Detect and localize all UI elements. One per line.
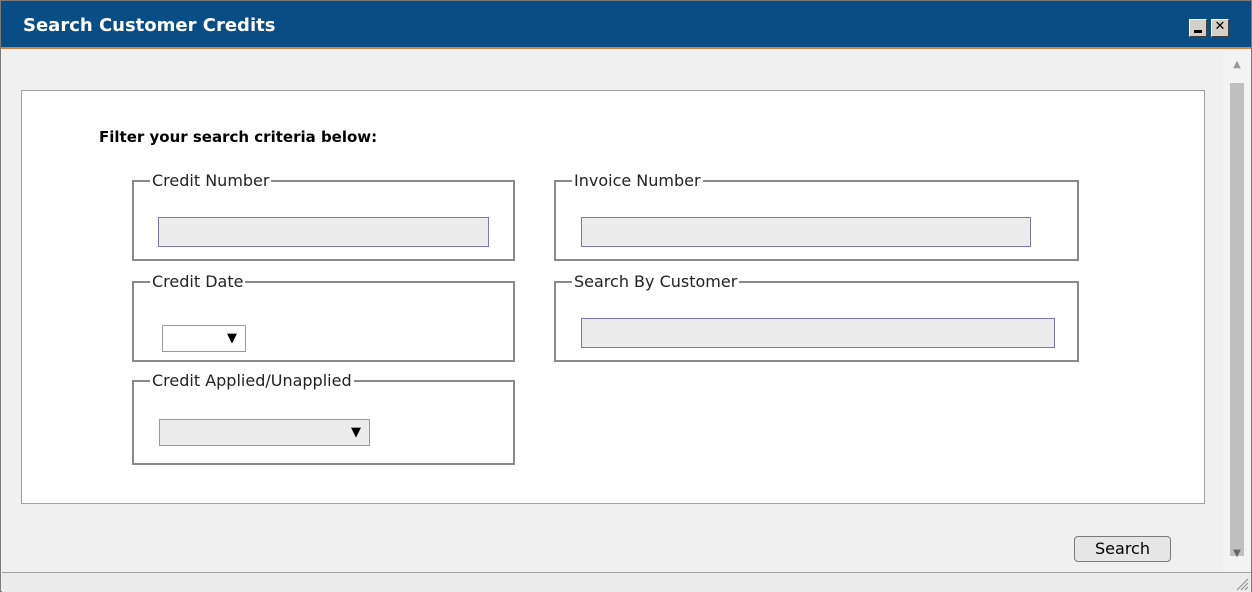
status-bar	[2, 572, 1251, 592]
dialog-content: Filter your search criteria below: Credi…	[2, 49, 1223, 572]
scroll-thumb[interactable]	[1230, 83, 1244, 556]
search-customer-credits-window: Search Customer Credits ✕ Filter your se…	[0, 0, 1252, 592]
scroll-down-icon[interactable]: ▼	[1223, 548, 1251, 568]
title-bar[interactable]: Search Customer Credits ✕	[1, 1, 1251, 49]
credit-date-select[interactable]: ▼	[162, 325, 246, 352]
resize-grip-icon[interactable]	[1235, 577, 1249, 591]
filter-heading: Filter your search criteria below:	[99, 128, 378, 146]
credit-number-input[interactable]	[158, 217, 489, 247]
search-button[interactable]: Search	[1074, 536, 1171, 562]
search-by-customer-group: Search By Customer	[554, 274, 1079, 362]
triangle-down-icon: ▼	[227, 331, 237, 346]
vertical-scrollbar[interactable]: ▲ ▼	[1223, 51, 1251, 572]
credit-date-group: Credit Date ▼	[132, 274, 515, 362]
credit-number-group: Credit Number	[132, 173, 515, 261]
credit-applied-group: Credit Applied/Unapplied ▼	[132, 373, 515, 465]
credit-number-label: Credit Number	[152, 171, 270, 190]
filter-panel: Filter your search criteria below: Credi…	[21, 90, 1205, 504]
triangle-down-icon: ▼	[351, 425, 361, 440]
search-by-customer-input[interactable]	[581, 318, 1055, 348]
credit-applied-select[interactable]: ▼	[159, 419, 370, 446]
invoice-number-group: Invoice Number	[554, 173, 1079, 261]
search-by-customer-label: Search By Customer	[574, 272, 738, 291]
minimize-icon[interactable]	[1189, 19, 1207, 37]
credit-date-label: Credit Date	[152, 272, 244, 291]
credit-applied-label: Credit Applied/Unapplied	[152, 371, 352, 390]
scroll-up-icon[interactable]: ▲	[1223, 59, 1251, 79]
invoice-number-input[interactable]	[581, 217, 1031, 247]
invoice-number-label: Invoice Number	[574, 171, 701, 190]
close-icon[interactable]: ✕	[1211, 19, 1229, 37]
window-title: Search Customer Credits	[23, 15, 276, 36]
